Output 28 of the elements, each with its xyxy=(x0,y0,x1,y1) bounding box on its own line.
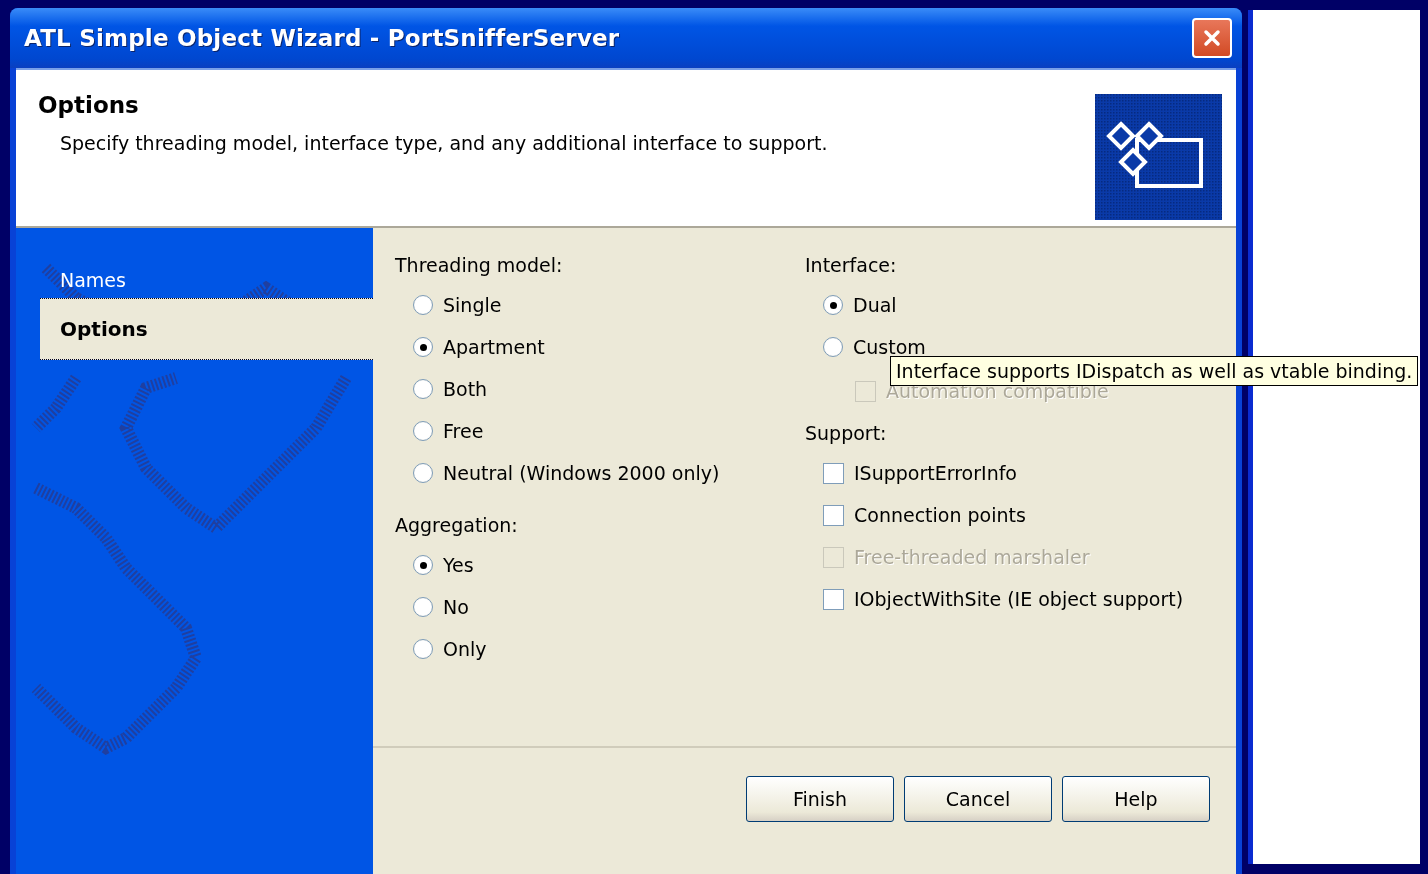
checkbox-option[interactable]: Connection points xyxy=(823,494,1184,536)
radio-option[interactable]: Apartment xyxy=(413,326,805,368)
page-subtitle: Specify threading model, interface type, and any additional interface to support. xyxy=(60,132,828,154)
sidebar-item[interactable]: Options xyxy=(40,298,373,360)
checkbox-option[interactable]: IObjectWithSite (IE object support) xyxy=(823,578,1184,620)
radio-option[interactable]: Neutral (Windows 2000 only) xyxy=(413,452,805,494)
radio-option[interactable]: Free xyxy=(413,410,805,452)
close-icon xyxy=(1201,27,1223,49)
radio-option[interactable]: Single xyxy=(413,284,805,326)
window-title: ATL Simple Object Wizard - PortSnifferServer xyxy=(24,25,620,51)
checkbox-option[interactable]: ISupportErrorInfo xyxy=(823,452,1184,494)
dialog-button[interactable]: Help xyxy=(1062,776,1210,822)
radio-option[interactable]: No xyxy=(413,586,805,628)
radio-option[interactable]: Only xyxy=(413,628,805,670)
group-label: Aggregation: xyxy=(395,514,519,536)
group-label: Interface: xyxy=(805,254,898,276)
radio-option[interactable]: Dual xyxy=(823,284,1184,326)
dialog-button[interactable]: Cancel xyxy=(904,776,1052,822)
sidebar-item[interactable]: Names xyxy=(40,266,373,294)
close-button[interactable] xyxy=(1192,18,1232,58)
radio-option[interactable]: Yes xyxy=(413,544,805,586)
group-label: Support: xyxy=(805,422,888,444)
dialog-button[interactable]: Finish xyxy=(746,776,894,822)
group-label: Threading model: xyxy=(395,254,564,276)
page-title: Options xyxy=(38,92,140,118)
tooltip: Interface supports IDispatch as well as vtable binding. xyxy=(890,356,1419,386)
radio-option[interactable]: Both xyxy=(413,368,805,410)
wizard-icon xyxy=(1095,94,1222,220)
